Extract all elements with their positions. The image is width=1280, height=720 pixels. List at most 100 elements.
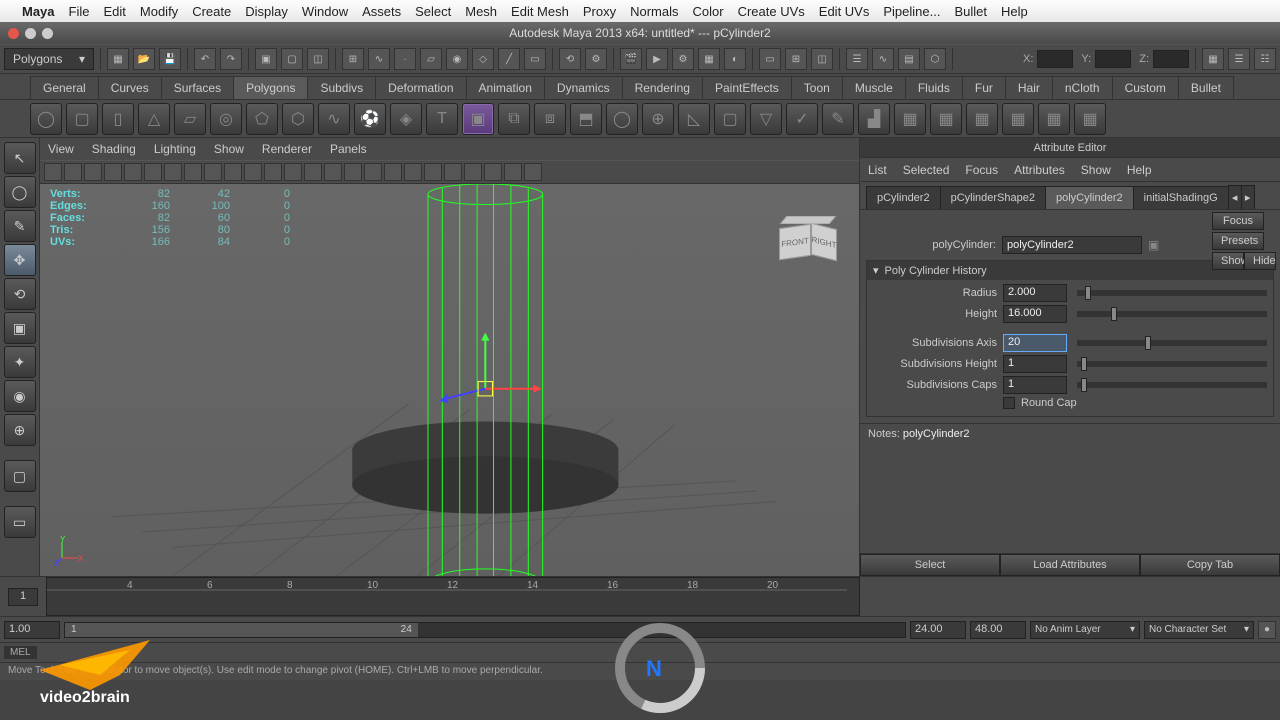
tab-bullet[interactable]: Bullet xyxy=(1178,76,1234,99)
module-dropdown[interactable]: Polygons▾ xyxy=(4,48,94,70)
tab-subdivs[interactable]: Subdivs xyxy=(307,76,376,99)
menu-edit[interactable]: Edit xyxy=(103,4,125,19)
soft-mod-tool-icon[interactable]: ◉ xyxy=(4,380,36,412)
attr-menu-show[interactable]: Show xyxy=(1081,163,1111,177)
attr-show-button[interactable]: Show xyxy=(1212,252,1244,270)
extract-icon[interactable]: ⬒ xyxy=(570,103,602,135)
attr-menu-selected[interactable]: Selected xyxy=(903,163,950,177)
layout-four-icon[interactable]: ⊞ xyxy=(785,48,807,70)
vp-shaded-icon[interactable] xyxy=(264,163,282,181)
height-field[interactable]: 16.000 xyxy=(1003,305,1067,323)
triangulate-icon[interactable]: ◺ xyxy=(678,103,710,135)
attr-tab-transform[interactable]: pCylinder2 xyxy=(866,186,941,209)
layer-editor-icon[interactable]: ☰ xyxy=(1228,48,1250,70)
snap-curve-icon[interactable]: ∿ xyxy=(368,48,390,70)
command-line[interactable]: MEL xyxy=(0,642,1280,662)
subdiv-caps-field[interactable]: 1 xyxy=(1003,376,1067,394)
vp-image-plane-icon[interactable] xyxy=(84,163,102,181)
poly-torus-icon[interactable]: ◎ xyxy=(210,103,242,135)
poly-pipe-icon[interactable]: ⬡ xyxy=(282,103,314,135)
show-manip-tool-icon[interactable]: ⊕ xyxy=(4,414,36,446)
vp-grid-icon[interactable] xyxy=(104,163,122,181)
hypershade-icon[interactable]: ◐ xyxy=(724,48,746,70)
subdiv-height-slider[interactable] xyxy=(1077,361,1267,367)
layout-single-icon[interactable]: ▭ xyxy=(759,48,781,70)
render-view-icon[interactable]: ▦ xyxy=(698,48,720,70)
smooth-icon[interactable]: ◯ xyxy=(606,103,638,135)
vp-exposure-icon[interactable] xyxy=(484,163,502,181)
tab-painteffects[interactable]: PaintEffects xyxy=(702,76,792,99)
menu-bullet[interactable]: Bullet xyxy=(954,4,987,19)
tab-deformation[interactable]: Deformation xyxy=(375,76,466,99)
tab-animation[interactable]: Animation xyxy=(466,76,545,99)
close-icon[interactable] xyxy=(8,28,19,39)
vp-gamma-icon[interactable] xyxy=(504,163,522,181)
menu-help[interactable]: Help xyxy=(1001,4,1028,19)
menu-editmesh[interactable]: Edit Mesh xyxy=(511,4,569,19)
snap-grid-icon[interactable]: ⊞ xyxy=(342,48,364,70)
vp-menu-view[interactable]: View xyxy=(48,142,74,156)
menu-select[interactable]: Select xyxy=(415,4,451,19)
poly-cube-icon[interactable]: ▢ xyxy=(66,103,98,135)
save-scene-icon[interactable]: 💾 xyxy=(159,48,181,70)
menu-edituvs[interactable]: Edit UVs xyxy=(819,4,870,19)
tab-ncloth[interactable]: nCloth xyxy=(1052,76,1113,99)
vp-camera-icon[interactable] xyxy=(44,163,62,181)
menu-create[interactable]: Create xyxy=(192,4,231,19)
attr-menu-list[interactable]: List xyxy=(868,163,887,177)
universal-tool-icon[interactable]: ✦ xyxy=(4,346,36,378)
construction-history-icon[interactable]: ⚙ xyxy=(585,48,607,70)
attr-copytab-button[interactable]: Copy Tab xyxy=(1140,554,1280,576)
move-tool-icon[interactable]: ✥ xyxy=(4,244,36,276)
tab-surfaces[interactable]: Surfaces xyxy=(161,76,234,99)
paint-select-tool-icon[interactable]: ✎ xyxy=(4,210,36,242)
tab-rendering[interactable]: Rendering xyxy=(622,76,703,99)
uv-cylindrical-icon[interactable]: ▦ xyxy=(930,103,962,135)
uv-spherical-icon[interactable]: ▦ xyxy=(966,103,998,135)
mirror-icon[interactable]: ▟ xyxy=(858,103,890,135)
range-start-outer-field[interactable]: 1.00 xyxy=(4,621,60,639)
poly-cone-icon[interactable]: △ xyxy=(138,103,170,135)
menu-normals[interactable]: Normals xyxy=(630,4,678,19)
render-settings-icon[interactable]: ⚙ xyxy=(672,48,694,70)
auto-key-icon[interactable]: ● xyxy=(1258,621,1276,639)
history-toggle-icon[interactable]: ⟲ xyxy=(559,48,581,70)
range-end-outer-field[interactable]: 48.00 xyxy=(970,621,1026,639)
open-scene-icon[interactable]: 📂 xyxy=(133,48,155,70)
character-set-dropdown[interactable]: No Character Set▾ xyxy=(1144,621,1254,639)
attribute-editor-icon[interactable]: ☷ xyxy=(1254,48,1276,70)
poly-type-icon[interactable]: T xyxy=(426,103,458,135)
subdiv-axis-slider[interactable] xyxy=(1077,340,1267,346)
node-input-icon[interactable]: ▣ xyxy=(1148,238,1159,252)
poly-plane-icon[interactable]: ▱ xyxy=(174,103,206,135)
vp-menu-renderer[interactable]: Renderer xyxy=(262,142,312,156)
vp-menu-panels[interactable]: Panels xyxy=(330,142,367,156)
attr-tab-scroll-right-icon[interactable]: ▸ xyxy=(1241,185,1255,209)
poly-helix-icon[interactable]: ∿ xyxy=(318,103,350,135)
select-by-hierarchy-icon[interactable]: ▣ xyxy=(255,48,277,70)
vp-wireframe-icon[interactable] xyxy=(244,163,262,181)
poly-sphere-icon[interactable]: ◯ xyxy=(30,103,62,135)
undo-icon[interactable]: ↶ xyxy=(194,48,216,70)
vp-bookmark-icon[interactable] xyxy=(64,163,82,181)
round-cap-checkbox[interactable] xyxy=(1003,397,1015,409)
attr-select-button[interactable]: Select xyxy=(860,554,1000,576)
cleanup-icon[interactable]: ✓ xyxy=(786,103,818,135)
select-by-component-icon[interactable]: ◫ xyxy=(307,48,329,70)
tab-muscle[interactable]: Muscle xyxy=(842,76,906,99)
snap-plane-icon[interactable]: ▱ xyxy=(420,48,442,70)
graph-editor-icon[interactable]: ∿ xyxy=(872,48,894,70)
snap-face-icon[interactable]: ▭ xyxy=(524,48,546,70)
ipr-render-icon[interactable]: ▶ xyxy=(646,48,668,70)
poly-soccer-icon[interactable]: ⚽ xyxy=(354,103,386,135)
menu-mesh[interactable]: Mesh xyxy=(465,4,497,19)
tab-dynamics[interactable]: Dynamics xyxy=(544,76,623,99)
vp-isolate-icon[interactable] xyxy=(364,163,382,181)
poly-prism-icon[interactable]: ⬠ xyxy=(246,103,278,135)
current-frame-field[interactable]: 1 xyxy=(8,588,38,606)
scale-tool-icon[interactable]: ▣ xyxy=(4,312,36,344)
quadrangulate-icon[interactable]: ▢ xyxy=(714,103,746,135)
select-by-object-icon[interactable]: ▢ xyxy=(281,48,303,70)
tab-hair[interactable]: Hair xyxy=(1005,76,1053,99)
lasso-tool-icon[interactable]: ◯ xyxy=(4,176,36,208)
